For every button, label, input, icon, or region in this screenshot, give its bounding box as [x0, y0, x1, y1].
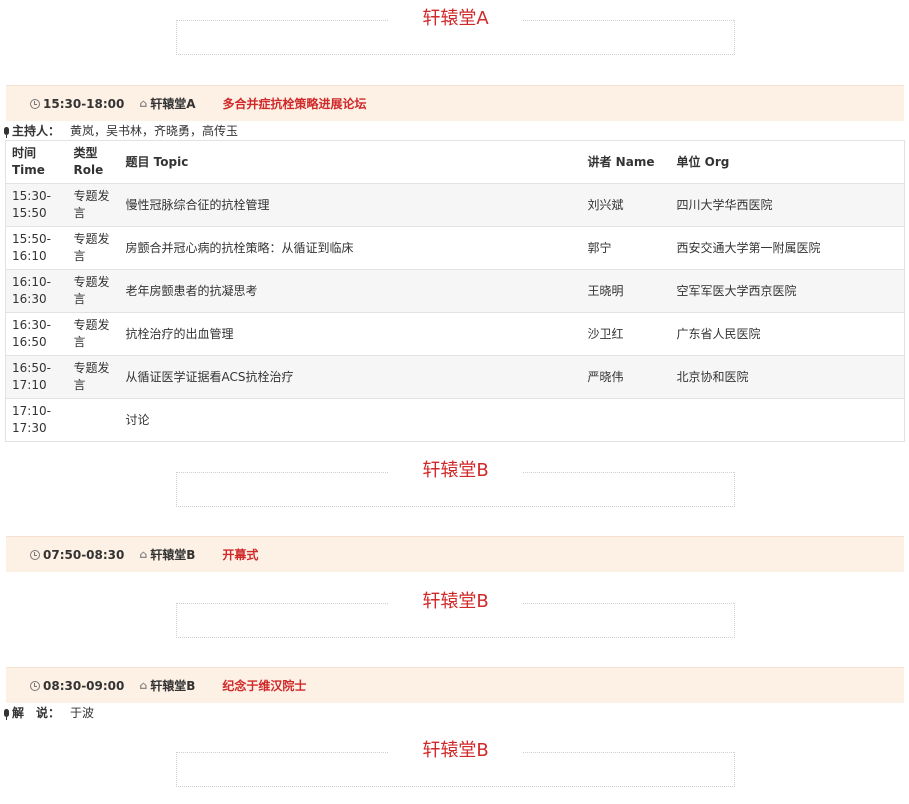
hall-title: 轩辕堂A — [388, 7, 523, 31]
cell-name: 刘兴斌 — [581, 183, 671, 227]
cell-topic: 抗栓治疗的出血管理 — [119, 312, 582, 356]
session-time: 08:30-09:00 — [30, 679, 124, 693]
hall-header-b: 轩辕堂B — [176, 590, 735, 638]
cell-topic: 讨论 — [119, 398, 582, 442]
hall-title: 轩辕堂B — [388, 739, 523, 763]
hall-header-b: 轩辕堂B — [176, 459, 735, 507]
cell-role — [67, 398, 120, 442]
cell-org — [670, 398, 905, 442]
hall-title: 轩辕堂B — [388, 590, 523, 614]
microphone-icon — [4, 708, 9, 720]
cell-name: 沙卫红 — [581, 312, 671, 356]
table-row: 15:30-15:50 专题发言 慢性冠脉综合征的抗栓管理 刘兴斌 四川大学华西… — [5, 183, 905, 227]
cell-topic: 从循证医学证据看ACS抗栓治疗 — [119, 355, 582, 399]
cell-org: 空军军医大学西京医院 — [670, 269, 905, 313]
header-name: 讲者 Name — [581, 140, 671, 184]
session-time: 15:30-18:00 — [30, 97, 124, 111]
session-title: 纪念于维汉院士 — [222, 679, 307, 693]
session-bar: 08:30-09:00 ⌂ 轩辕堂B 纪念于维汉院士 — [6, 667, 904, 703]
cell-role: 专题发言 — [67, 269, 120, 313]
host-label: 主持人： — [12, 124, 61, 138]
cell-time: 16:50-17:10 — [5, 355, 68, 399]
cell-org: 四川大学华西医院 — [670, 183, 905, 227]
header-org: 单位 Org — [670, 140, 905, 184]
schedule-table: 时间 Time 类型 Role 题目 Topic 讲者 Name 单位 Org … — [5, 140, 905, 442]
cell-org: 北京协和医院 — [670, 355, 905, 399]
session-room-text: 轩辕堂B — [150, 679, 196, 693]
cell-topic: 老年房颤患者的抗凝思考 — [119, 269, 582, 313]
header-role: 类型 Role — [67, 140, 120, 184]
home-icon: ⌂ — [139, 679, 148, 692]
host-label: 解 说： — [12, 706, 61, 720]
cell-name: 严晓伟 — [581, 355, 671, 399]
cell-org: 西安交通大学第一附属医院 — [670, 226, 905, 270]
table-row: 16:30-16:50 专题发言 抗栓治疗的出血管理 沙卫红 广东省人民医院 — [5, 312, 905, 356]
session-bar: 07:50-08:30 ⌂ 轩辕堂B 开幕式 — [6, 536, 904, 572]
cell-time: 17:10-17:30 — [5, 398, 68, 442]
table-row: 16:10-16:30 专题发言 老年房颤患者的抗凝思考 王晓明 空军军医大学西… — [5, 269, 905, 313]
host-names: 黄岚，吴书林，齐晓勇，高传玉 — [70, 124, 239, 138]
table-row: 17:10-17:30 讨论 — [5, 398, 905, 442]
table-row: 15:50-16:10 专题发言 房颤合并冠心病的抗栓策略：从循证到临床 郭宁 … — [5, 226, 905, 270]
session-time-text: 15:30-18:00 — [43, 96, 125, 111]
cell-org: 广东省人民医院 — [670, 312, 905, 356]
cell-role: 专题发言 — [67, 355, 120, 399]
cell-role: 专题发言 — [67, 226, 120, 270]
cell-topic: 房颤合并冠心病的抗栓策略：从循证到临床 — [119, 226, 582, 270]
cell-time: 15:30-15:50 — [5, 183, 68, 227]
header-time: 时间 Time — [5, 140, 68, 184]
session-bar: 15:30-18:00 ⌂ 轩辕堂A 多合并症抗栓策略进展论坛 — [6, 85, 904, 121]
cell-role: 专题发言 — [67, 312, 120, 356]
microphone-icon — [4, 126, 9, 138]
session-title: 多合并症抗栓策略进展论坛 — [222, 97, 367, 111]
cell-name: 王晓明 — [581, 269, 671, 313]
cell-time: 16:10-16:30 — [5, 269, 68, 313]
clock-icon — [30, 98, 40, 109]
cell-name — [581, 398, 671, 442]
host-names: 于波 — [70, 706, 95, 720]
host-line: 主持人： 黄岚，吴书林，齐晓勇，高传玉 — [4, 122, 238, 139]
session-title: 开幕式 — [222, 548, 259, 562]
cell-time: 15:50-16:10 — [5, 226, 68, 270]
host-line: 解 说： 于波 — [4, 704, 94, 721]
cell-time: 16:30-16:50 — [5, 312, 68, 356]
cell-role: 专题发言 — [67, 183, 120, 227]
hall-header-a: 轩辕堂A — [176, 7, 735, 55]
hall-header-b: 轩辕堂B — [176, 739, 735, 787]
session-room: ⌂ 轩辕堂A — [139, 95, 195, 112]
table-header-row: 时间 Time 类型 Role 题目 Topic 讲者 Name 单位 Org — [5, 140, 905, 184]
cell-topic: 慢性冠脉综合征的抗栓管理 — [119, 183, 582, 227]
session-room: ⌂ 轩辕堂B — [139, 546, 195, 563]
home-icon: ⌂ — [139, 97, 148, 110]
header-topic: 题目 Topic — [119, 140, 582, 184]
clock-icon — [30, 680, 40, 691]
table-row: 16:50-17:10 专题发言 从循证医学证据看ACS抗栓治疗 严晓伟 北京协… — [5, 355, 905, 399]
session-room-text: 轩辕堂B — [150, 548, 196, 562]
clock-icon — [30, 549, 40, 560]
cell-name: 郭宁 — [581, 226, 671, 270]
hall-title: 轩辕堂B — [388, 459, 523, 483]
session-room: ⌂ 轩辕堂B — [139, 677, 195, 694]
session-room-text: 轩辕堂A — [150, 97, 196, 111]
home-icon: ⌂ — [139, 548, 148, 561]
session-time-text: 08:30-09:00 — [43, 678, 125, 693]
session-time: 07:50-08:30 — [30, 548, 124, 562]
session-time-text: 07:50-08:30 — [43, 547, 125, 562]
